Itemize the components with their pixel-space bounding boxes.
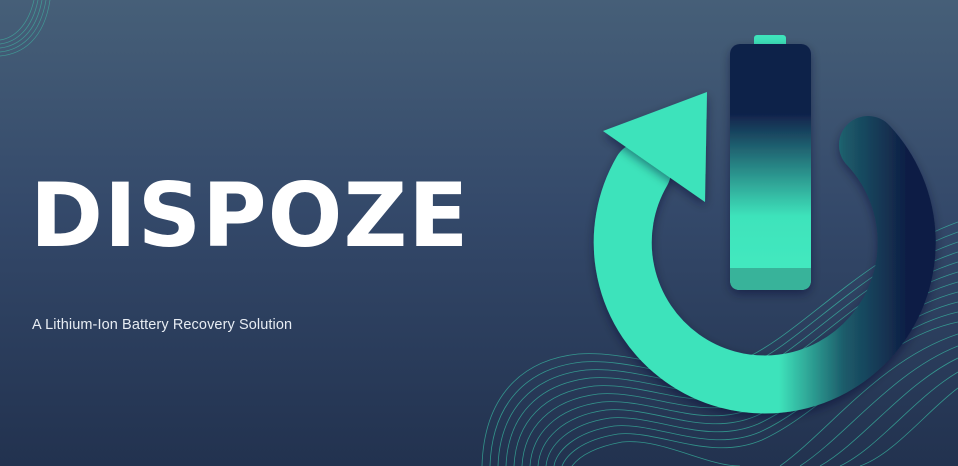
title-slide: DISPOZE A Lithium-Ion Battery Recovery S… bbox=[0, 0, 958, 466]
recycle-power-battery-icon bbox=[593, 35, 936, 414]
